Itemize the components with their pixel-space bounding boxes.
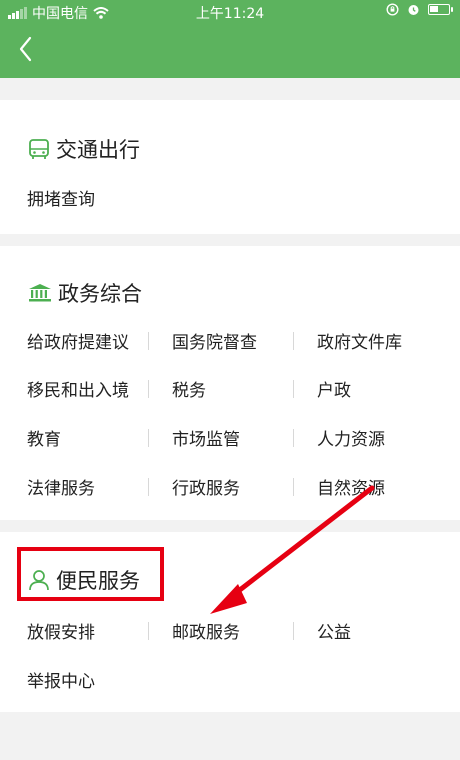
service-item[interactable]: 给政府提建议 — [27, 328, 129, 353]
service-item[interactable]: 国务院督查 — [172, 328, 257, 353]
divider — [293, 429, 294, 447]
divider — [148, 478, 149, 496]
status-right — [386, 3, 453, 16]
divider — [293, 332, 294, 350]
status-bar: 中国电信 上午11:24 — [0, 0, 460, 22]
service-item[interactable]: 举报中心 — [27, 667, 95, 692]
section-title-label: 交通出行 — [56, 138, 140, 162]
section-title-label: 政务综合 — [58, 282, 142, 306]
service-item[interactable]: 自然资源 — [317, 474, 385, 499]
section-government: 政务综合 给政府提建议 国务院督查 政府文件库 移民和出入境 税务 户政 教育 … — [0, 246, 460, 520]
government-building-icon — [29, 284, 51, 302]
service-item[interactable]: 政府文件库 — [317, 328, 402, 353]
service-item[interactable]: 教育 — [27, 425, 61, 450]
bus-icon — [29, 139, 49, 159]
alarm-icon — [408, 5, 419, 15]
section-title-government: 政务综合 — [28, 278, 142, 308]
divider — [293, 478, 294, 496]
service-item[interactable]: 邮政服务 — [172, 618, 240, 643]
service-item[interactable]: 人力资源 — [317, 425, 385, 450]
service-item[interactable]: 户政 — [317, 376, 351, 401]
section-traffic: 交通出行 拥堵查询 — [0, 100, 460, 234]
service-item[interactable]: 行政服务 — [172, 474, 240, 499]
battery-icon — [428, 4, 453, 15]
service-item[interactable]: 放假安排 — [27, 618, 95, 643]
divider — [293, 380, 294, 398]
highlight-box-annotation — [17, 547, 164, 601]
service-item[interactable]: 移民和出入境 — [27, 376, 129, 401]
service-item[interactable]: 拥堵查询 — [27, 185, 95, 210]
section-title-traffic: 交通出行 — [28, 134, 140, 164]
divider — [148, 332, 149, 350]
service-item[interactable]: 法律服务 — [27, 474, 95, 499]
back-arrow-icon[interactable] — [12, 32, 42, 66]
service-item[interactable]: 税务 — [172, 376, 206, 401]
service-item[interactable]: 市场监管 — [172, 425, 240, 450]
divider — [148, 622, 149, 640]
divider — [148, 429, 149, 447]
divider — [148, 380, 149, 398]
header-bar: 中国电信 上午11:24 — [0, 0, 460, 78]
divider — [293, 622, 294, 640]
service-item[interactable]: 公益 — [317, 618, 351, 643]
orientation-lock-icon — [386, 3, 399, 16]
